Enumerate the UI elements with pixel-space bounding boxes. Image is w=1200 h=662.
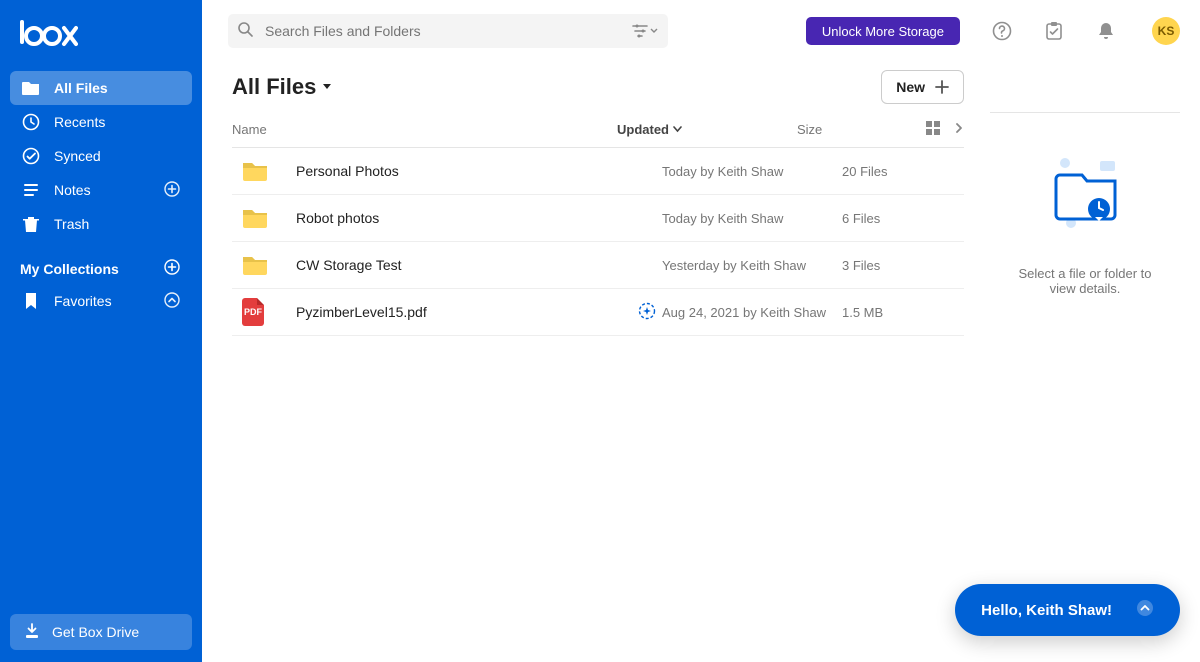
pdf-icon: PDF [242, 298, 264, 326]
trash-icon [22, 215, 40, 233]
tasks-icon[interactable] [1044, 21, 1064, 41]
plus-icon[interactable] [164, 181, 180, 200]
greeting-text: Hello, Keith Shaw! [981, 602, 1112, 619]
download-icon [24, 623, 40, 642]
bookmark-icon [22, 292, 40, 310]
file-row[interactable]: CW Storage Test Yesterday by Keith Shaw … [232, 242, 964, 289]
file-updated: Today by Keith Shaw [662, 164, 842, 179]
nav-label: Favorites [54, 293, 150, 309]
file-name: CW Storage Test [278, 257, 623, 273]
col-updated-header[interactable]: Updated [617, 122, 797, 137]
file-updated: Today by Keith Shaw [662, 211, 842, 226]
nav-notes[interactable]: Notes [10, 173, 192, 207]
col-name-header[interactable]: Name [232, 122, 617, 137]
caret-down-icon [322, 83, 332, 91]
folder-icon [22, 80, 40, 96]
nav-synced[interactable]: Synced [10, 139, 192, 173]
sort-desc-icon [673, 126, 682, 133]
page-title[interactable]: All Files [232, 74, 332, 100]
file-row[interactable]: Personal Photos Today by Keith Shaw 20 F… [232, 148, 964, 195]
file-size: 20 Files [842, 164, 962, 179]
file-row[interactable]: PDF PyzimberLevel15.pdf Aug 24, 2021 by … [232, 289, 964, 336]
file-row[interactable]: Robot photos Today by Keith Shaw 6 Files [232, 195, 964, 242]
nav-label: All Files [54, 80, 180, 96]
nav-recents[interactable]: Recents [10, 105, 192, 139]
avatar[interactable]: KS [1152, 17, 1180, 45]
nav-favorites[interactable]: Favorites [10, 284, 192, 318]
clock-icon [22, 113, 40, 131]
main: Unlock More Storage KS All Files New [202, 0, 1200, 662]
nav-all-files[interactable]: All Files [10, 71, 192, 105]
folder-icon [242, 207, 268, 229]
files-pane: All Files New Name Updated Size [232, 62, 964, 662]
page-title-text: All Files [232, 74, 316, 100]
plus-icon[interactable] [164, 259, 180, 278]
file-name: Robot photos [278, 210, 623, 226]
details-hint: Select a file or folder to view details. [1010, 266, 1160, 296]
ai-action-icon[interactable] [638, 302, 656, 323]
grid-view-icon[interactable] [926, 121, 940, 138]
details-pane: Select a file or folder to view details. [990, 112, 1180, 662]
nav-label: Trash [54, 216, 180, 232]
col-updated-label: Updated [617, 122, 669, 137]
my-collections-header[interactable]: My Collections [10, 241, 192, 284]
file-updated: Yesterday by Keith Shaw [662, 258, 842, 273]
search-input[interactable] [263, 22, 622, 40]
new-label: New [896, 79, 925, 95]
greeting-bubble[interactable]: Hello, Keith Shaw! [955, 584, 1180, 636]
nav-label: Synced [54, 148, 180, 164]
file-size: 6 Files [842, 211, 962, 226]
file-name: PyzimberLevel15.pdf [278, 304, 623, 320]
file-updated: Aug 24, 2021 by Keith Shaw [662, 305, 842, 320]
folder-icon [242, 160, 268, 182]
notes-icon [22, 181, 40, 199]
drive-label: Get Box Drive [52, 624, 139, 640]
details-illustration [1045, 153, 1125, 236]
collapse-pane-icon[interactable] [954, 121, 964, 138]
help-icon[interactable] [992, 21, 1012, 41]
search-icon [238, 22, 253, 40]
new-button[interactable]: New [881, 70, 964, 104]
col-size-header[interactable]: Size [797, 122, 917, 137]
topbar: Unlock More Storage KS [202, 0, 1200, 62]
search-box[interactable] [228, 14, 668, 48]
chevron-up-icon [1136, 599, 1154, 621]
get-box-drive-button[interactable]: Get Box Drive [10, 614, 192, 650]
nav-trash[interactable]: Trash [10, 207, 192, 241]
file-name: Personal Photos [278, 163, 623, 179]
file-size: 1.5 MB [842, 305, 962, 320]
check-circle-icon [22, 147, 40, 165]
bell-icon[interactable] [1096, 21, 1116, 41]
unlock-storage-button[interactable]: Unlock More Storage [806, 17, 960, 45]
chevron-up-icon[interactable] [164, 292, 180, 311]
plus-icon [935, 80, 949, 94]
file-size: 3 Files [842, 258, 962, 273]
nav-label: Notes [54, 182, 150, 198]
filter-icon[interactable] [632, 24, 658, 38]
nav-label: Recents [54, 114, 180, 130]
column-headers: Name Updated Size [232, 112, 964, 148]
box-logo[interactable] [20, 16, 192, 51]
sidebar: All Files Recents Synced Notes Trash My … [0, 0, 202, 662]
folder-icon [242, 254, 268, 276]
section-header-label: My Collections [20, 261, 119, 277]
